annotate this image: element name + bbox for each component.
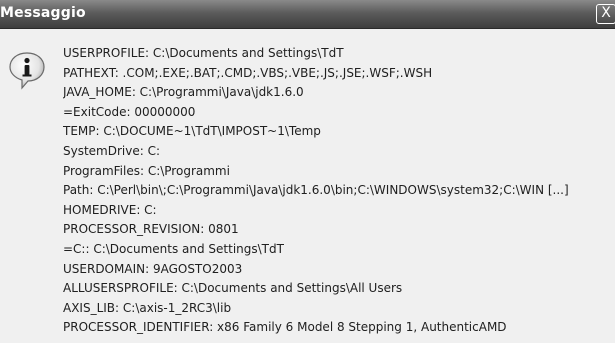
title-bar[interactable]: Messaggio X: [0, 0, 615, 29]
info-icon: [9, 52, 45, 90]
message-body: USERPROFILE: C:\Documents and Settings\T…: [63, 44, 608, 338]
env-line-axis-lib: AXIS_LIB: C:\axis-1_2RC3\lib: [63, 300, 232, 315]
env-line-homedrive: HOMEDRIVE: C:: [63, 202, 157, 217]
env-line-processor-identifier: PROCESSOR_IDENTIFIER: x86 Family 6 Model…: [63, 320, 507, 335]
close-button[interactable]: X: [596, 4, 615, 24]
env-line-temp: TEMP: C:\DOCUME~1\TdT\IMPOST~1\Temp: [63, 124, 321, 139]
env-line-systemdrive: SystemDrive: C:: [63, 143, 161, 158]
env-line-pathext: PATHEXT: .COM;.EXE;.BAT;.CMD;.VBS;.VBE;.…: [63, 65, 433, 80]
env-line-c-drive: =C:: C:\Documents and Settings\TdT: [63, 241, 284, 256]
message-dialog: Messaggio X USERPROFILE: C:\Documents an…: [0, 0, 615, 343]
env-line-userprofile: USERPROFILE: C:\Documents and Settings\T…: [63, 46, 344, 60]
env-line-allusersprofile: ALLUSERSPROFILE: C:\Documents and Settin…: [63, 281, 403, 296]
env-line-java-home: JAVA_HOME: C:\Programmi\Java\jdk1.6.0: [63, 85, 304, 100]
env-line-programfiles: ProgramFiles: C:\Programmi: [63, 163, 230, 178]
env-line-path: Path: C:\Perl\bin\;C:\Programmi\Java\jdk…: [63, 183, 569, 198]
dialog-title: Messaggio: [0, 5, 86, 21]
env-line-exitcode: =ExitCode: 00000000: [63, 104, 196, 119]
close-icon: X: [601, 5, 611, 21]
env-line-userdomain: USERDOMAIN: 9AGOSTO2003: [63, 261, 243, 276]
env-line-processor-revision: PROCESSOR_REVISION: 0801: [63, 222, 239, 237]
